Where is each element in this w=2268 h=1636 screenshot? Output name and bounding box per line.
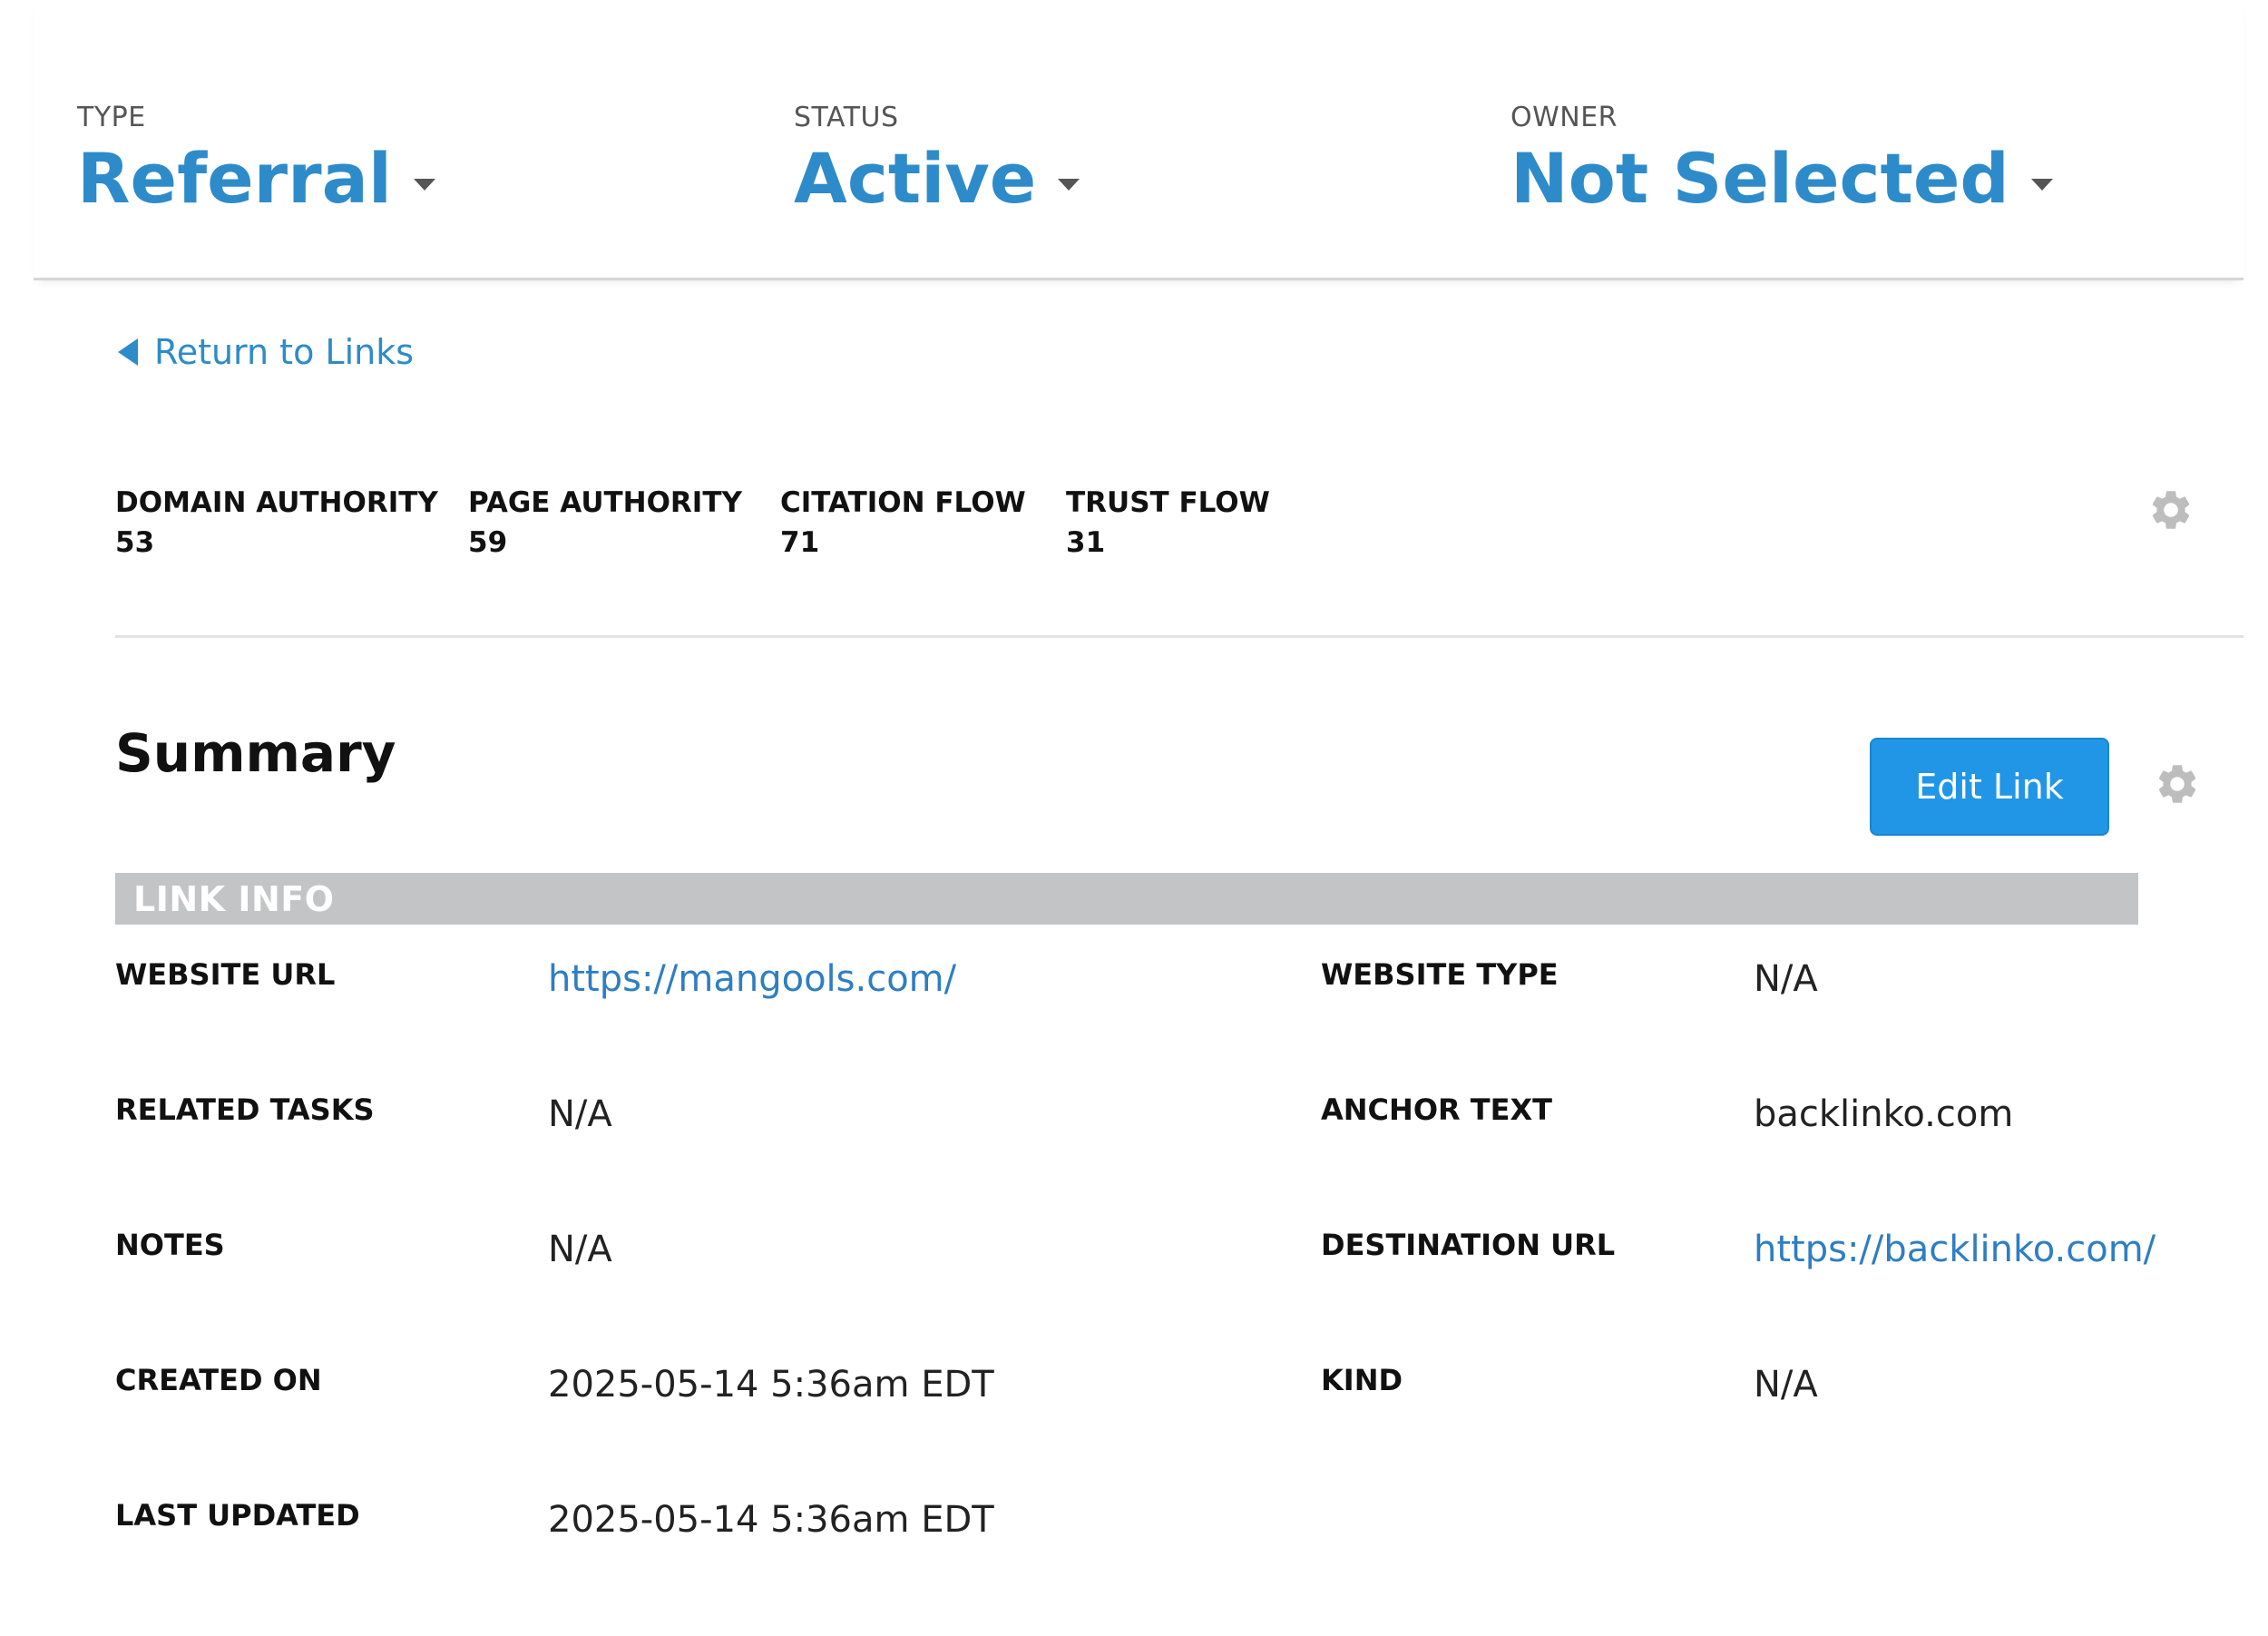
owner-label: OWNER <box>1510 102 1618 133</box>
owner-selector[interactable]: OWNER Not Selected <box>1510 102 2053 220</box>
return-to-links-label[interactable]: Return to Links <box>154 332 414 372</box>
metric-label: DOMAIN AUTHORITY <box>115 486 438 519</box>
metric-value: 53 <box>115 526 155 559</box>
metric-trust-flow: TRUST FLOW 31 <box>1066 486 1270 559</box>
related-tasks-label: RELATED TASKS <box>115 1092 375 1127</box>
type-value[interactable]: Referral <box>77 138 392 220</box>
type-dropdown[interactable]: Referral <box>77 138 435 220</box>
anchor-text-label: ANCHOR TEXT <box>1321 1092 1552 1127</box>
anchor-text-value: backlinko.com <box>1754 1093 2014 1135</box>
metric-label: CITATION FLOW <box>780 486 1026 519</box>
gear-icon[interactable] <box>2147 486 2195 534</box>
metric-value: 59 <box>468 526 508 559</box>
return-to-links-link[interactable]: Return to Links <box>118 332 414 372</box>
link-info-section-header: LINK INFO <box>115 873 2138 925</box>
link-info-title: LINK INFO <box>133 878 335 919</box>
edit-link-button[interactable]: Edit Link <box>1870 738 2109 836</box>
website-type-value: N/A <box>1754 958 1818 1000</box>
last-updated-value: 2025-05-14 5:36am EDT <box>548 1499 994 1541</box>
status-label: STATUS <box>794 102 899 133</box>
kind-label: KIND <box>1321 1363 1403 1397</box>
metric-value: 71 <box>780 526 820 559</box>
kind-value: N/A <box>1754 1364 1818 1406</box>
gear-icon[interactable] <box>2154 760 2201 808</box>
caret-down-icon[interactable] <box>1058 178 1080 191</box>
metric-label: TRUST FLOW <box>1066 486 1270 519</box>
metric-domain-authority: DOMAIN AUTHORITY 53 <box>115 486 438 559</box>
destination-url-link[interactable]: https://backlinko.com/ <box>1754 1229 2156 1270</box>
owner-dropdown[interactable]: Not Selected <box>1510 138 2053 220</box>
status-dropdown[interactable]: Active <box>794 138 1080 220</box>
metric-citation-flow: CITATION FLOW 71 <box>780 486 1026 559</box>
metric-page-authority: PAGE AUTHORITY 59 <box>468 486 742 559</box>
notes-value: N/A <box>548 1229 612 1270</box>
destination-url-label: DESTINATION URL <box>1321 1228 1616 1262</box>
metric-value: 31 <box>1066 526 1106 559</box>
summary-title: Summary <box>115 722 396 784</box>
metric-label: PAGE AUTHORITY <box>468 486 742 519</box>
website-url-link[interactable]: https://mangools.com/ <box>548 958 956 1000</box>
type-selector[interactable]: TYPE Referral <box>77 102 435 220</box>
link-header: TYPE Referral STATUS Active OWNER Not Se… <box>34 0 2244 280</box>
caret-down-icon[interactable] <box>413 178 435 191</box>
type-label: TYPE <box>77 102 146 133</box>
created-on-label: CREATED ON <box>115 1363 322 1397</box>
notes-label: NOTES <box>115 1228 225 1262</box>
section-divider <box>115 635 2244 638</box>
caret-down-icon[interactable] <box>2030 178 2053 191</box>
status-value[interactable]: Active <box>794 138 1036 220</box>
created-on-value: 2025-05-14 5:36am EDT <box>548 1364 994 1406</box>
website-type-label: WEBSITE TYPE <box>1321 957 1559 992</box>
website-url-label: WEBSITE URL <box>115 957 336 992</box>
status-selector[interactable]: STATUS Active <box>794 102 1080 220</box>
triangle-left-icon[interactable] <box>118 338 138 366</box>
owner-value[interactable]: Not Selected <box>1510 138 2009 220</box>
related-tasks-value: N/A <box>548 1093 612 1135</box>
last-updated-label: LAST UPDATED <box>115 1498 360 1533</box>
